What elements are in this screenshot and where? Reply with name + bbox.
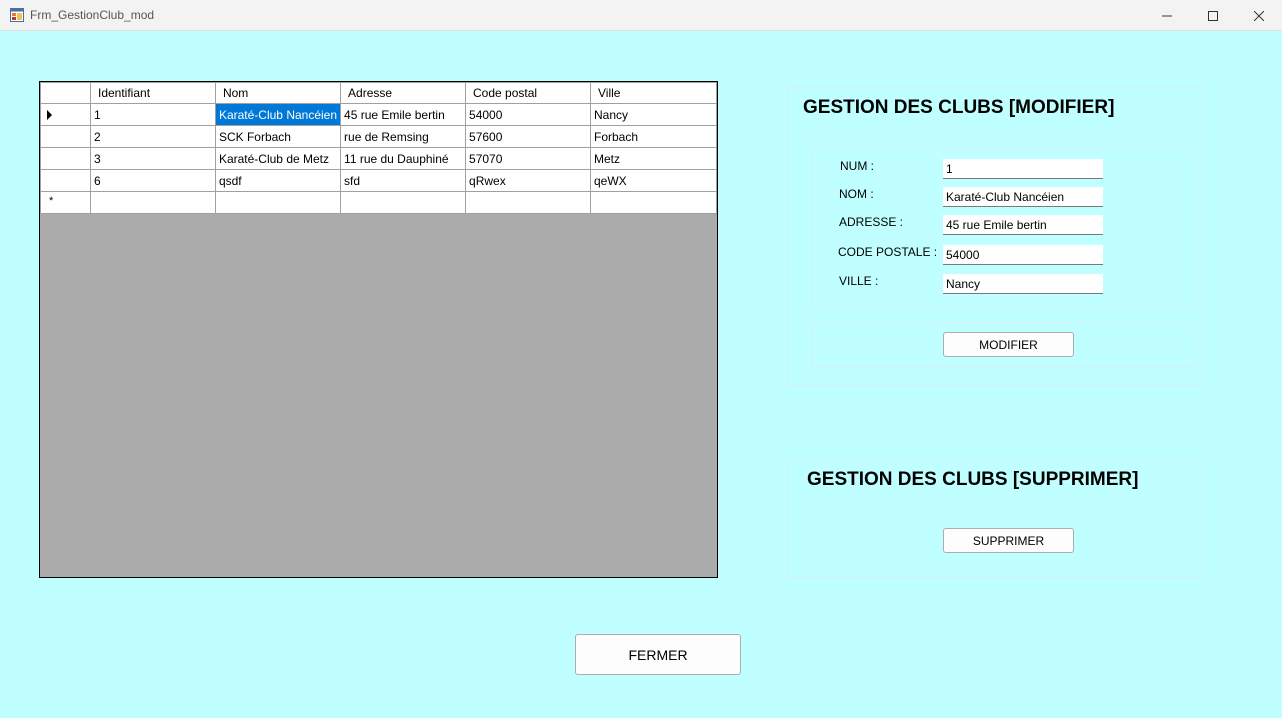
adresse-label: ADRESSE :	[839, 215, 904, 229]
row-header[interactable]	[40, 147, 91, 170]
column-header-identifiant[interactable]: Identifiant	[89, 82, 216, 104]
modifier-title: GESTION DES CLUBS [MODIFIER]	[803, 97, 1115, 118]
window-title: Frm_GestionClub_mod	[30, 8, 155, 22]
supprimer-title: GESTION DES CLUBS [SUPPRIMER]	[807, 469, 1139, 490]
row-header[interactable]: *	[40, 191, 91, 214]
table-cell[interactable]: 54000	[465, 103, 591, 126]
row-header[interactable]	[40, 169, 91, 192]
modifier-button[interactable]: MODIFIER	[943, 332, 1074, 357]
table-cell[interactable]: SCK Forbach	[214, 125, 342, 148]
title-bar: Frm_GestionClub_mod	[0, 0, 1282, 31]
new-row-asterisk-icon: *	[49, 195, 54, 207]
table-cell[interactable]: 57600	[465, 125, 591, 148]
modifier-group: GESTION DES CLUBS [MODIFIER] NUM : NOM :…	[788, 87, 1206, 385]
table-cell[interactable]: 6	[89, 169, 216, 192]
clubs-data-grid[interactable]: Identifiant Nom Adresse Code postal Vill…	[39, 81, 718, 578]
table-cell-empty[interactable]	[340, 191, 467, 214]
table-cell[interactable]: Nancy	[589, 103, 717, 126]
table-row[interactable]: 2 SCK Forbach rue de Remsing 57600 Forba…	[40, 125, 717, 148]
minimize-icon	[1162, 15, 1172, 16]
new-row[interactable]: *	[40, 191, 717, 214]
table-cell-selected[interactable]: Karaté-Club Nancéien	[214, 103, 342, 126]
table-cell[interactable]: 11 rue du Dauphiné	[340, 147, 467, 170]
row-header[interactable]	[40, 103, 91, 126]
table-cell[interactable]: 2	[89, 125, 216, 148]
num-field[interactable]	[943, 159, 1103, 179]
column-header-ville[interactable]: Ville	[589, 82, 717, 104]
table-row[interactable]: 1 Karaté-Club Nancéien 45 rue Emile bert…	[40, 103, 717, 126]
grid-corner-header[interactable]	[40, 82, 91, 104]
column-header-nom[interactable]: Nom	[214, 82, 342, 104]
adresse-field[interactable]	[943, 215, 1103, 235]
table-cell[interactable]: 1	[89, 103, 216, 126]
table-cell[interactable]: qRwex	[465, 169, 591, 192]
column-header-adresse[interactable]: Adresse	[340, 82, 467, 104]
supprimer-group: GESTION DES CLUBS [SUPPRIMER] SUPPRIMER	[788, 459, 1206, 577]
table-cell[interactable]: 45 rue Emile bertin	[340, 103, 467, 126]
column-header-code-postal[interactable]: Code postal	[465, 82, 591, 104]
modifier-button-panel: MODIFIER	[811, 322, 1195, 368]
code-postal-field[interactable]	[943, 245, 1103, 265]
grid-header-row: Identifiant Nom Adresse Code postal Vill…	[40, 82, 717, 104]
table-cell-empty[interactable]	[589, 191, 717, 214]
nom-label: NOM :	[839, 187, 874, 201]
table-row[interactable]: 3 Karaté-Club de Metz 11 rue du Dauphiné…	[40, 147, 717, 170]
row-header[interactable]	[40, 125, 91, 148]
table-cell-empty[interactable]	[214, 191, 342, 214]
ville-field[interactable]	[943, 274, 1103, 294]
app-form-icon	[10, 8, 24, 22]
table-cell[interactable]: Metz	[589, 147, 717, 170]
close-icon	[1254, 10, 1264, 21]
current-row-arrow-icon	[47, 110, 52, 120]
close-button[interactable]	[1236, 0, 1282, 31]
table-cell[interactable]: Karaté-Club de Metz	[214, 147, 342, 170]
maximize-button[interactable]	[1190, 0, 1236, 31]
clubs-table: Identifiant Nom Adresse Code postal Vill…	[40, 82, 717, 214]
modifier-fields-panel: NUM : NOM : ADRESSE : CODE POSTALE : VIL…	[811, 148, 1195, 310]
minimize-button[interactable]	[1144, 0, 1190, 31]
maximize-icon	[1208, 10, 1218, 21]
table-cell-empty[interactable]	[465, 191, 591, 214]
table-cell[interactable]: 57070	[465, 147, 591, 170]
table-cell-empty[interactable]	[89, 191, 216, 214]
table-cell[interactable]: sfd	[340, 169, 467, 192]
table-row[interactable]: 6 qsdf sfd qRwex qeWX	[40, 169, 717, 192]
table-cell[interactable]: qsdf	[214, 169, 342, 192]
table-cell[interactable]: rue de Remsing	[340, 125, 467, 148]
ville-label: VILLE :	[839, 274, 879, 288]
table-cell[interactable]: Forbach	[589, 125, 717, 148]
supprimer-button[interactable]: SUPPRIMER	[943, 528, 1074, 553]
fermer-button[interactable]: FERMER	[575, 634, 741, 675]
nom-field[interactable]	[943, 187, 1103, 207]
table-cell[interactable]: 3	[89, 147, 216, 170]
table-cell[interactable]: qeWX	[589, 169, 717, 192]
num-label: NUM :	[840, 159, 874, 173]
code-postal-label: CODE POSTALE :	[838, 245, 938, 259]
